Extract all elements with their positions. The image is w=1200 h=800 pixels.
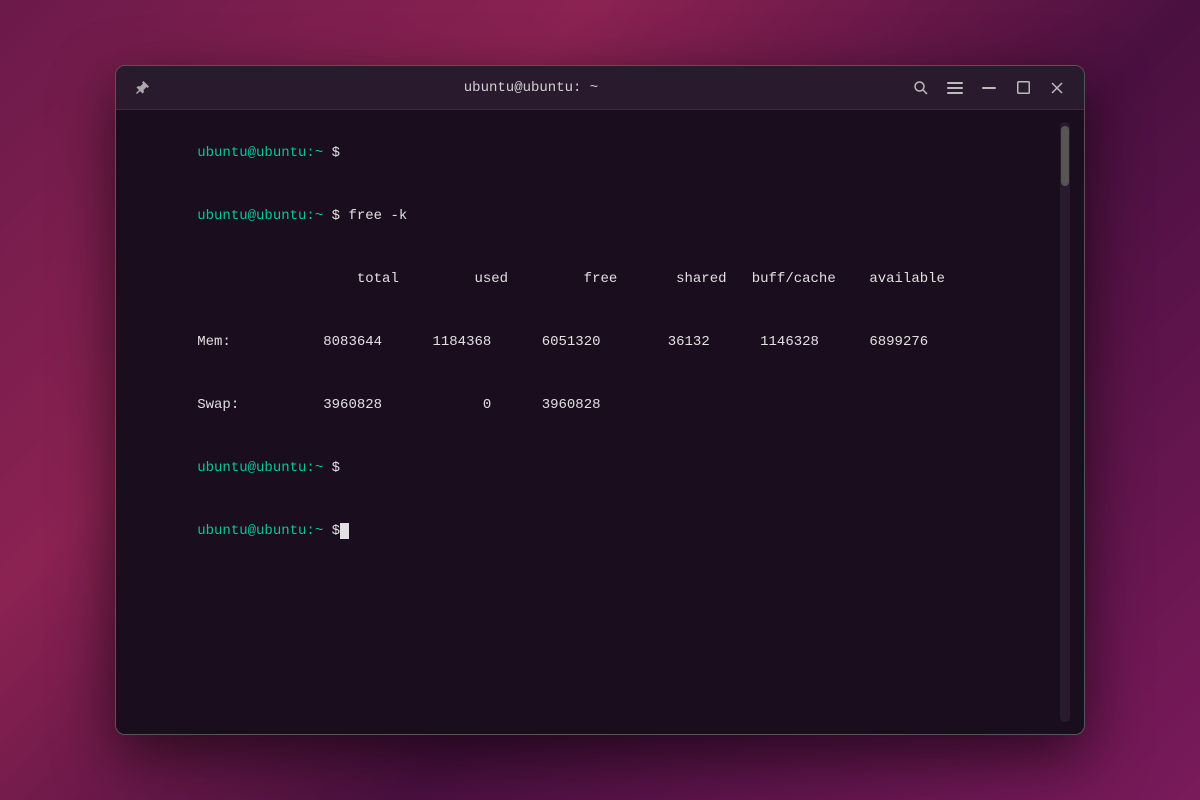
mem-label: Mem: <box>197 334 323 350</box>
prompt-line-2: ubuntu@ubuntu:~ $ free -k <box>130 185 1056 248</box>
window-title: ubuntu@ubuntu: ~ <box>156 80 906 96</box>
prompt-user-active: ubuntu@ubuntu: <box>197 523 315 539</box>
swap-total: 3960828 <box>323 397 382 413</box>
scrollbar-thumb[interactable] <box>1061 126 1069 186</box>
prompt-dollar-active: $ <box>323 523 340 539</box>
prompt-user-3: ubuntu@ubuntu: <box>197 460 315 476</box>
swap-used: 0 3960828 <box>382 397 600 413</box>
close-button[interactable] <box>1042 74 1072 102</box>
header-total: total used free shared buff/cache availa… <box>197 271 945 287</box>
mem-total: 8083644 <box>323 334 382 350</box>
minimize-button[interactable] <box>974 74 1004 102</box>
swap-row: Swap: 3960828 0 3960828 <box>130 374 1056 437</box>
prompt-dollar-1: $ <box>323 145 340 161</box>
prompt-tilde-active: ~ <box>315 523 323 539</box>
prompt-line-1: ubuntu@ubuntu:~ $ <box>130 122 1056 185</box>
mem-row: Mem: 8083644 1184368 6051320 36132 11463… <box>130 311 1056 374</box>
mem-used: 1184368 6051320 36132 1146328 6899276 <box>382 334 928 350</box>
search-button[interactable] <box>906 74 936 102</box>
table-header-row: total used free shared buff/cache availa… <box>130 248 1056 311</box>
swap-label: Swap: <box>197 397 323 413</box>
terminal-window: ubuntu@ubuntu: ~ <box>115 65 1085 735</box>
prompt-dollar-2: $ <box>323 208 340 224</box>
titlebar-left <box>128 74 156 102</box>
prompt-user-2: ubuntu@ubuntu: <box>197 208 315 224</box>
prompt-tilde-2: ~ <box>315 208 323 224</box>
prompt-line-active: ubuntu@ubuntu:~ $ <box>130 500 1056 563</box>
prompt-tilde-1: ~ <box>315 145 323 161</box>
prompt-dollar-3: $ <box>323 460 340 476</box>
terminal-content: ubuntu@ubuntu:~ $ ubuntu@ubuntu:~ $ free… <box>130 122 1056 722</box>
menu-button[interactable] <box>940 74 970 102</box>
prompt-user-1: ubuntu@ubuntu: <box>197 145 315 161</box>
terminal-body[interactable]: ubuntu@ubuntu:~ $ ubuntu@ubuntu:~ $ free… <box>116 110 1084 734</box>
cmd-free: free -k <box>340 208 407 224</box>
prompt-tilde-3: ~ <box>315 460 323 476</box>
titlebar: ubuntu@ubuntu: ~ <box>116 66 1084 110</box>
titlebar-controls <box>906 74 1072 102</box>
terminal-cursor <box>340 523 349 539</box>
scrollbar[interactable] <box>1060 122 1070 722</box>
maximize-button[interactable] <box>1008 74 1038 102</box>
prompt-line-3: ubuntu@ubuntu:~ $ <box>130 437 1056 500</box>
pin-button[interactable] <box>128 74 156 102</box>
